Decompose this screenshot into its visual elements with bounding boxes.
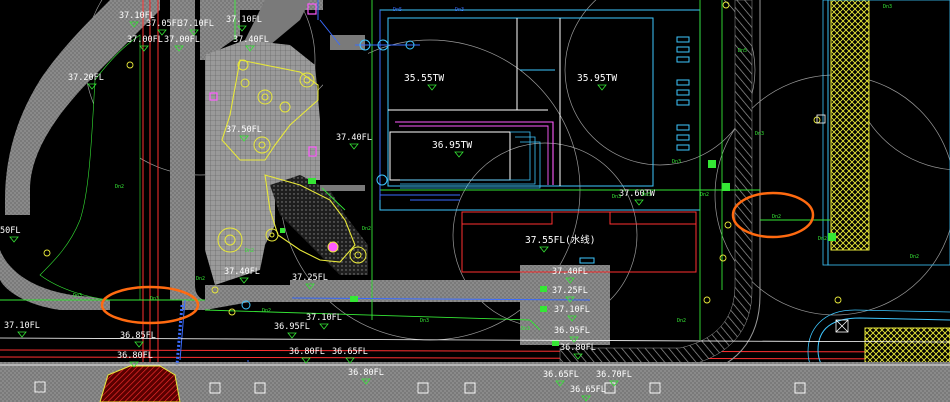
slope-label: Dn3 [883, 4, 892, 10]
slope-label: Dn2 [910, 254, 919, 260]
elev-label: 37.40FL [552, 267, 588, 277]
elev-label: 37.10FL [226, 15, 262, 25]
slope-label: Dn2 [362, 226, 371, 232]
elev-label: 36.80FL [348, 368, 384, 378]
red-zone-inner-2 [609, 211, 697, 225]
elev-label: 36.95FL [274, 322, 310, 332]
slope-label: Dn3 [755, 131, 764, 137]
building-main [387, 17, 654, 187]
elev-label: 35.95TW [577, 73, 617, 84]
elev-label: 36.65FL [543, 370, 579, 380]
building-magenta-border-2 [399, 125, 549, 185]
path-strip-b [320, 185, 365, 191]
slope-label: Dn3 [672, 159, 681, 165]
elev-label: 37.25FL [552, 286, 588, 296]
right-box-outline-2 [822, 0, 829, 266]
elev-label: 36.70FL [596, 370, 632, 380]
building-window-marks [676, 36, 690, 151]
slope-label: Dn3 [455, 7, 464, 13]
slope-label: Dn2 [196, 276, 205, 282]
slope-label: Dn2 [115, 184, 124, 190]
slope-label: Dn3 [521, 326, 530, 332]
elev-label: 37.10FL [554, 305, 590, 315]
elev-label: 37.05FL [146, 19, 182, 29]
slope-label: Dn5 [393, 7, 402, 13]
slope-label: Dn2 [262, 308, 271, 314]
slope-label: Dn2 [772, 214, 781, 220]
path-strip-a [323, 0, 368, 190]
slope-label: Dn3 [150, 296, 159, 302]
elev-label: 35.55TW [404, 73, 444, 84]
slope-label: Dn5 [642, 192, 651, 198]
road-pavement-strip-1 [170, 0, 182, 300]
elev-label: 36.95FL [554, 326, 590, 336]
ramp-stripes [330, 35, 365, 50]
elev-label: 37.00FL [164, 35, 200, 45]
elev-label: 37.50FL [226, 125, 262, 135]
slope-label: Dn3 [612, 194, 621, 200]
slope-label: Dn2 [700, 192, 709, 198]
red-zone-marker [579, 257, 595, 264]
red-zone-inner [461, 211, 553, 225]
elev-label: 37.40FL [336, 133, 372, 143]
elev-label: 37.10FL [306, 313, 342, 323]
elev-label: 36.65FL [570, 385, 606, 395]
elev-label: 36.65FL [332, 347, 368, 357]
yellow-hatch-vertical [830, 0, 870, 251]
elev-label: 37.55FL(水线) [525, 234, 595, 246]
elev-label: 36.85FL [120, 331, 156, 341]
elev-label: 37.40FL [224, 267, 260, 277]
slope-label: Dn3 [420, 318, 429, 324]
elev-label: 37.00FL [127, 35, 163, 45]
elev-label: 37.10FL [178, 19, 214, 29]
elev-label: 37.25FL [292, 273, 328, 283]
slope-label: Dn3 [73, 293, 82, 299]
elev-label: 36.80FL [117, 351, 153, 361]
slope-label: Dn2 [245, 248, 254, 254]
elev-label: 50FL [0, 226, 20, 236]
feature-dot [327, 241, 339, 253]
central-plaza-tiles [205, 40, 320, 285]
elev-label: 36.80FL [289, 347, 325, 357]
slope-label: Dn5 [738, 48, 747, 54]
elev-label: 36.80FL [560, 343, 596, 353]
building-magenta-border [395, 121, 554, 185]
blue-pipe-diagonal [175, 304, 184, 366]
cad-drawing-canvas[interactable]: 37.10FL 37.05FL 37.10FL 37.10FL 37.00FL … [0, 0, 950, 402]
elev-label: 37.40FL [233, 35, 269, 45]
elev-label: 36.95TW [432, 140, 472, 151]
slope-label: Dn2 [677, 318, 686, 324]
elev-label: 37.20FL [68, 73, 104, 83]
slope-label: Dn2 [818, 236, 827, 242]
elev-label: 37.10FL [4, 321, 40, 331]
